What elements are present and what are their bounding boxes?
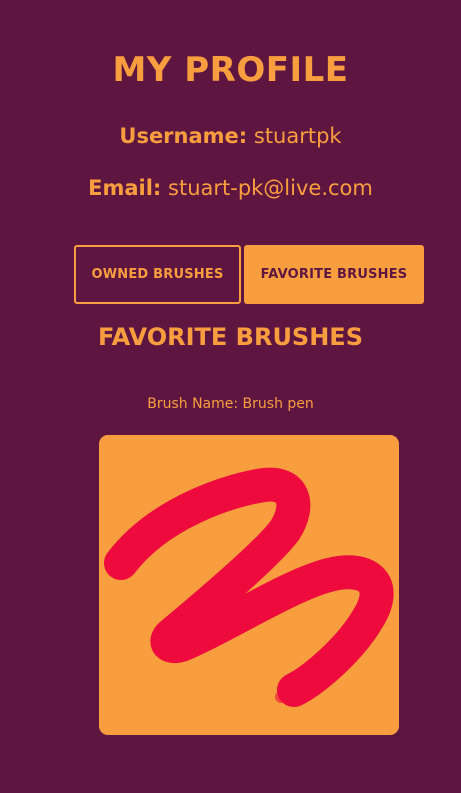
brush-name: Brush Name: Brush pen xyxy=(147,396,314,412)
profile-page: MY PROFILE Username: stuartpk Email: stu… xyxy=(0,0,461,793)
brush-stroke-image xyxy=(104,467,394,707)
username-label: Username: xyxy=(119,124,248,148)
username-value: stuartpk xyxy=(253,124,342,148)
email-row: Email: stuart-pk@live.com xyxy=(0,176,461,200)
email-label: Email: xyxy=(88,176,162,200)
username-row: Username: stuartpk xyxy=(0,124,461,148)
page-title: MY PROFILE xyxy=(112,50,349,90)
brush-image-card[interactable] xyxy=(99,435,399,735)
email-value: stuart-pk@live.com xyxy=(168,176,373,200)
favorite-brushes-button[interactable]: FAVORITE BRUSHES xyxy=(244,245,424,304)
section-title: FAVORITE BRUSHES xyxy=(98,323,363,351)
owned-brushes-button[interactable]: OWNED BRUSHES xyxy=(74,245,241,304)
